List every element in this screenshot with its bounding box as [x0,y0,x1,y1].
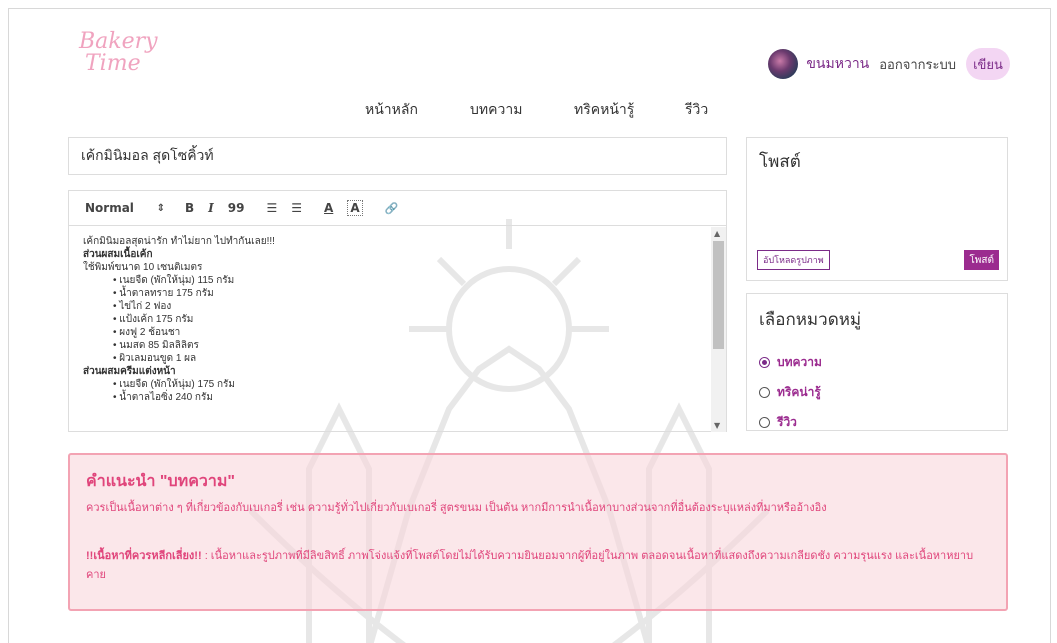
list-item: แป้งเค้ก 175 กรัม [113,313,698,326]
format-select[interactable]: Normal ⇕ [85,201,165,215]
list-item: น้ำตาลไอซิ่ง 240 กรัม [113,391,698,404]
nav-reviews[interactable]: รีวิว [685,99,708,121]
content-section1-title: ส่วนผสมเนื้อเค้ก [83,249,153,260]
list-item: ไข่ไก่ 2 ฟอง [113,300,698,313]
content-section1-sub: ใช้พิมพ์ขนาด 10 เซนติเมตร [83,262,203,273]
font-color-icon[interactable]: A [324,201,333,215]
page-frame: Bakery Time หน้าหลัก บทความ ทริคหน้ารู้ … [8,8,1051,643]
user-name-link[interactable]: ขนมหวาน [806,53,869,75]
post-panel-heading: โพสต์ [759,152,801,171]
bakery-time-logo[interactable]: Bakery Time [79,31,158,75]
format-select-value: Normal [85,201,134,215]
guidelines-alert: คำแนะนำ "บทความ" ควรเป็นเนื้อหาต่าง ๆ ที… [68,453,1008,611]
category-panel-heading: เลือกหมวดหมู่ [759,310,862,329]
editor-content[interactable]: เค้กมินิมอลสุดน่ารัก ทำไม่ยาก ไปทำกันเลย… [69,227,712,432]
nav-home[interactable]: หน้าหลัก [365,99,418,121]
chevron-up-down-icon: ⇕ [156,202,165,214]
guidelines-warning: !!เนื้อหาที่ควรหลีกเลี่ยง!! [86,550,202,562]
upload-image-button[interactable]: อัปโหลดรูปภาพ [757,250,830,270]
category-option-label: รีวิว [777,415,797,429]
list-item: น้ำตาลทราย 175 กรัม [113,287,698,300]
logout-link[interactable]: ออกจากระบบ [879,54,956,75]
user-area: ขนมหวาน ออกจากระบบ เขียน [768,46,1010,82]
write-button[interactable]: เขียน [966,48,1010,80]
category-option-reviews[interactable]: รีวิว [759,413,797,432]
link-icon[interactable]: 🔗 [385,202,399,215]
scroll-thumb[interactable] [713,241,724,349]
bold-button[interactable]: B [185,201,194,215]
content-section2-title: ส่วนผสมครีมแต่งหน้า [83,366,176,377]
radio-selected-icon[interactable] [759,357,770,368]
guidelines-paragraph-1: ควรเป็นเนื้อหาต่าง ๆ ที่เกี่ยวข้องกับเบเ… [86,502,827,514]
ordered-list-icon[interactable]: ☰ [266,201,277,215]
list-item: เนยจืด (พักให้นุ่ม) 175 กรัม [113,378,698,391]
category-option-label: ทริคน่ารู้ [777,385,821,399]
italic-button[interactable]: I [208,201,214,215]
content-section1-list: เนยจืด (พักให้นุ่ม) 115 กรัม น้ำตาลทราย … [83,274,698,365]
radio-unselected-icon[interactable] [759,387,770,398]
content-intro: เค้กมินิมอลสุดน่ารัก ทำไม่ยาก ไปทำกันเลย… [83,236,275,247]
post-panel: โพสต์ อัปโหลดรูปภาพ โพสต์ [746,137,1008,281]
list-item: ผิวเลมอนขูด 1 ผล [113,352,698,365]
logo-line-2: Time [85,51,141,76]
quote-button[interactable]: 99 [228,201,245,215]
list-item: ผงฟู 2 ช้อนชา [113,326,698,339]
logo-line-1: Bakery [79,29,158,54]
post-submit-button[interactable]: โพสต์ [964,250,999,270]
content-section2-list: เนยจืด (พักให้นุ่ม) 175 กรัม น้ำตาลไอซิ่… [83,378,698,404]
scroll-up-arrow-icon[interactable]: ▲ [714,229,720,238]
category-panel: เลือกหมวดหมู่ บทความ ทริคน่ารู้ รีวิว [746,293,1008,431]
editor-scrollbar[interactable]: ▲ ▼ [711,227,726,432]
background-color-icon[interactable]: A [347,200,363,216]
nav-articles[interactable]: บทความ [470,99,522,121]
scroll-down-arrow-icon[interactable]: ▼ [714,421,720,430]
avatar[interactable] [768,49,799,79]
nav-tricks[interactable]: ทริคหน้ารู้ [574,99,634,121]
list-item: นมสด 85 มิลลิลิตร [113,339,698,352]
bullet-list-icon[interactable]: ☰ [291,201,302,215]
editor-toolbar: Normal ⇕ B I 99 ☰ ☰ A A 🔗 [69,191,726,226]
category-option-articles[interactable]: บทความ [759,353,822,372]
radio-unselected-icon[interactable] [759,417,770,428]
main-nav: หน้าหลัก บทความ ทริคหน้ารู้ รีวิว [9,99,1050,119]
rich-text-editor: Normal ⇕ B I 99 ☰ ☰ A A 🔗 เค้กมินิมอลสุด… [68,190,727,432]
guidelines-warning-text: : เนื้อหาและรูปภาพที่มีลิขสิทธิ์ ภาพโจ่ง… [86,550,974,581]
post-title-input[interactable] [68,137,727,175]
guidelines-title: คำแนะนำ "บทความ" [86,473,235,490]
list-item: เนยจืด (พักให้นุ่ม) 115 กรัม [113,274,698,287]
category-option-label: บทความ [777,355,822,369]
category-option-tricks[interactable]: ทริคน่ารู้ [759,383,821,402]
guidelines-paragraph-2: !!เนื้อหาที่ควรหลีกเลี่ยง!! : เนื้อหาและ… [86,547,986,585]
